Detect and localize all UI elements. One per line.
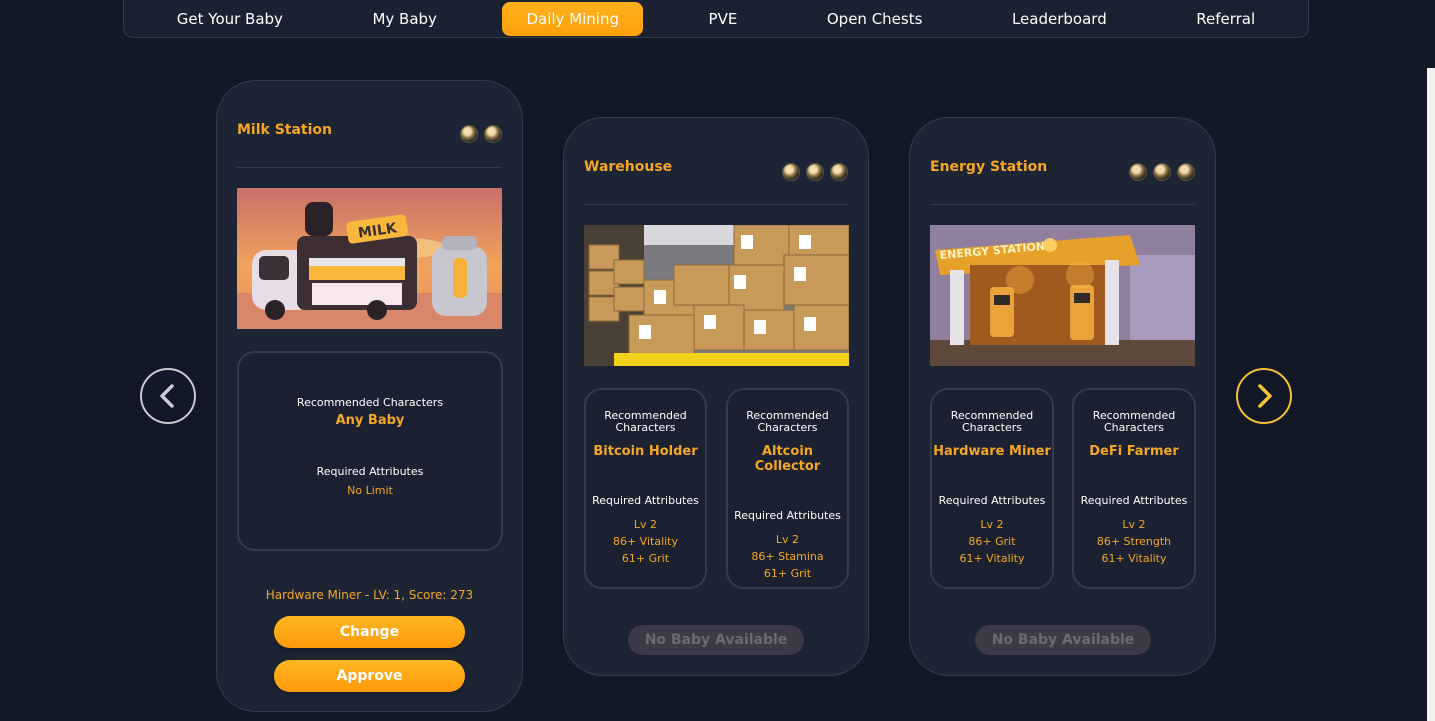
- card-title: Milk Station: [237, 122, 333, 138]
- coin-icon: [1177, 163, 1195, 181]
- coin-cost: [460, 125, 502, 143]
- tab-leaderboard[interactable]: Leaderboard: [988, 2, 1131, 36]
- recommended-label: Recommended Characters: [950, 409, 1034, 434]
- required-attribute: 86+ Vitality: [612, 535, 679, 548]
- recommended-label: Recommended Characters: [746, 409, 829, 434]
- recommended-character: Bitcoin Holder: [593, 444, 698, 459]
- required-attribute: No Limit: [347, 484, 393, 497]
- card-title: Energy Station: [930, 159, 1048, 175]
- required-attribute: 86+ Grit: [968, 535, 1016, 548]
- recommended-label: Recommended Characters: [1092, 409, 1176, 434]
- tab-pve[interactable]: PVE: [685, 2, 762, 36]
- requirement-slot-altcoin-collector: Recommended Characters Altcoin Collector…: [726, 388, 849, 589]
- page-scrollbar[interactable]: [1427, 68, 1435, 721]
- recommended-character: DeFi Farmer: [1089, 444, 1179, 459]
- prev-arrow-button[interactable]: [140, 368, 196, 424]
- chevron-left-icon: [160, 384, 174, 408]
- coin-cost: [782, 163, 848, 181]
- required-attribute: Lv 2: [1122, 518, 1146, 531]
- required-attribute: 61+ Grit: [621, 552, 670, 565]
- coin-icon: [484, 125, 502, 143]
- divider: [930, 204, 1195, 205]
- tab-referral[interactable]: Referral: [1172, 2, 1279, 36]
- required-label: Required Attributes: [1080, 494, 1188, 507]
- tab-open-chests[interactable]: Open Chests: [803, 2, 947, 36]
- required-label: Required Attributes: [734, 509, 841, 522]
- required-attribute: 61+ Vitality: [1101, 552, 1167, 565]
- mining-card-energy-station: Energy Station ENERGY STATION Recommende…: [909, 117, 1216, 676]
- coin-icon: [1129, 163, 1147, 181]
- requirement-slot-bitcoin-holder: Recommended Characters Bitcoin Holder Re…: [584, 388, 707, 589]
- requirements-box: Recommended Characters Any Baby Required…: [237, 351, 503, 551]
- required-label: Required Attributes: [316, 465, 424, 478]
- recommended-label: Recommended Characters: [604, 409, 687, 434]
- tab-daily-mining[interactable]: Daily Mining: [502, 1, 644, 36]
- required-attribute: Lv 2: [633, 518, 658, 531]
- card-title: Warehouse: [584, 159, 673, 175]
- mining-card-milk-station: Milk Station MILK Recommended Characters…: [216, 80, 523, 712]
- divider: [584, 204, 848, 205]
- required-attribute: 86+ Stamina: [751, 550, 824, 563]
- no-baby-available-button: No Baby Available: [975, 625, 1151, 655]
- recommended-label: Recommended Characters: [296, 396, 444, 409]
- assigned-baby-status: Hardware Miner - LV: 1, Score: 273: [265, 588, 474, 602]
- required-label: Required Attributes: [592, 494, 699, 507]
- required-label: Required Attributes: [938, 494, 1046, 507]
- coin-icon: [460, 125, 478, 143]
- milk-truck-scene: MILK: [237, 188, 502, 329]
- energy-station-scene: ENERGY STATION: [930, 225, 1195, 366]
- recommended-character: Hardware Miner: [933, 444, 1051, 459]
- required-attribute: 86+ Strength: [1096, 535, 1172, 548]
- change-button[interactable]: Change: [274, 616, 465, 648]
- required-attribute: 61+ Grit: [763, 567, 812, 580]
- mining-card-warehouse: Warehouse Recommended Characters Bitcoin…: [563, 117, 869, 676]
- recommended-character: Any Baby: [335, 413, 405, 428]
- required-attribute: 61+ Vitality: [959, 552, 1025, 565]
- top-nav: Get Your Baby My Baby Daily Mining PVE O…: [123, 0, 1309, 38]
- warehouse-boxes-scene: [584, 225, 849, 366]
- coin-cost: [1129, 163, 1195, 181]
- requirement-slot-hardware-miner: Recommended Characters Hardware Miner Re…: [930, 388, 1054, 589]
- approve-button[interactable]: Approve: [274, 660, 465, 692]
- tab-get-your-baby[interactable]: Get Your Baby: [153, 2, 307, 36]
- divider: [237, 167, 502, 168]
- coin-icon: [1153, 163, 1171, 181]
- requirement-slot-defi-farmer: Recommended Characters DeFi Farmer Requi…: [1072, 388, 1196, 589]
- next-arrow-button[interactable]: [1236, 368, 1292, 424]
- recommended-character: Altcoin Collector: [754, 444, 821, 474]
- required-attribute: Lv 2: [775, 533, 800, 546]
- coin-icon: [782, 163, 800, 181]
- tab-my-baby[interactable]: My Baby: [348, 2, 460, 36]
- no-baby-available-button: No Baby Available: [628, 625, 804, 655]
- coin-icon: [830, 163, 848, 181]
- required-attribute: Lv 2: [980, 518, 1004, 531]
- chevron-right-icon: [1258, 384, 1272, 408]
- coin-icon: [806, 163, 824, 181]
